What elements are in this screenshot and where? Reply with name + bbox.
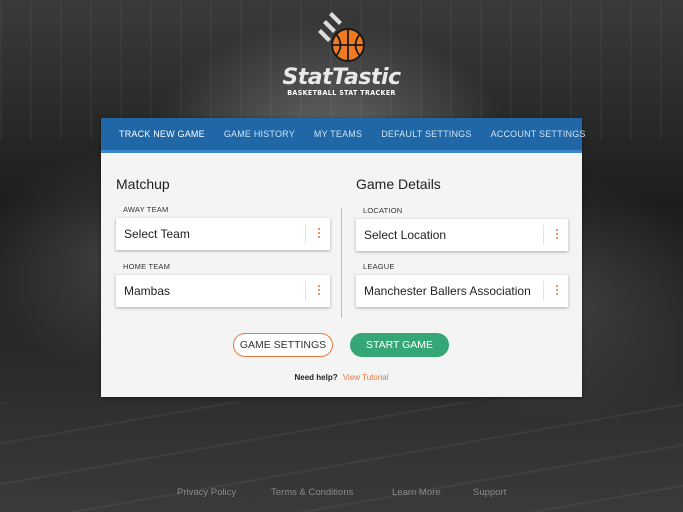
footer-learn-more-link[interactable]: Learn More (392, 487, 441, 498)
away-team-value: Select Team (124, 227, 190, 241)
game-details-section: Game Details LOCATION Select Location LE… (356, 176, 568, 307)
help-question: Need help? (294, 373, 338, 382)
start-game-button[interactable]: START GAME (350, 333, 449, 357)
basketball-icon (312, 10, 372, 68)
kebab-menu-icon[interactable] (318, 227, 321, 241)
league-select[interactable]: Manchester Ballers Association (356, 275, 568, 307)
kebab-menu-icon[interactable] (556, 228, 559, 242)
matchup-title: Matchup (116, 176, 170, 192)
track-game-card: TRACK NEW GAME GAME HISTORY MY TEAMS DEF… (101, 118, 585, 397)
brand-name: StatTastic (282, 65, 401, 90)
tab-track-new-game[interactable]: TRACK NEW GAME (119, 129, 205, 139)
matchup-section: Matchup AWAY TEAM Select Team HOME TEAM … (116, 176, 330, 307)
game-settings-button[interactable]: GAME SETTINGS (233, 333, 333, 357)
home-team-value: Mambas (124, 284, 171, 298)
kebab-menu-icon[interactable] (318, 284, 321, 298)
select-separator (543, 225, 544, 245)
select-separator (305, 224, 306, 244)
location-label: LOCATION (363, 206, 403, 215)
help-row: Need help? View Tutorial (101, 373, 582, 382)
game-details-title: Game Details (356, 176, 441, 192)
brand-tagline: BASKETBALL STAT TRACKER (287, 89, 396, 97)
location-select[interactable]: Select Location (356, 219, 568, 251)
home-team-select[interactable]: Mambas (116, 275, 330, 307)
kebab-menu-icon[interactable] (556, 284, 559, 298)
location-value: Select Location (364, 228, 447, 242)
select-separator (305, 281, 306, 301)
footer-terms-link[interactable]: Terms & Conditions (271, 487, 353, 498)
brand-logo: StatTastic BASKETBALL STAT TRACKER (0, 10, 683, 97)
tab-my-teams[interactable]: MY TEAMS (314, 129, 362, 139)
home-team-label: HOME TEAM (123, 262, 171, 271)
view-tutorial-link[interactable]: View Tutorial (343, 373, 389, 382)
away-team-label: AWAY TEAM (123, 205, 169, 214)
league-label: LEAGUE (363, 262, 395, 271)
select-separator (543, 281, 544, 301)
league-value: Manchester Ballers Association (364, 284, 531, 298)
section-divider (341, 208, 342, 318)
tab-game-history[interactable]: GAME HISTORY (224, 129, 295, 139)
away-team-select[interactable]: Select Team (116, 218, 330, 250)
footer-support-link[interactable]: Support (473, 487, 506, 498)
main-nav: TRACK NEW GAME GAME HISTORY MY TEAMS DEF… (101, 118, 585, 153)
footer-privacy-link[interactable]: Privacy Policy (177, 487, 236, 498)
tab-default-settings[interactable]: DEFAULT SETTINGS (381, 129, 471, 139)
tab-account-settings[interactable]: ACCOUNT SETTINGS (491, 129, 586, 139)
